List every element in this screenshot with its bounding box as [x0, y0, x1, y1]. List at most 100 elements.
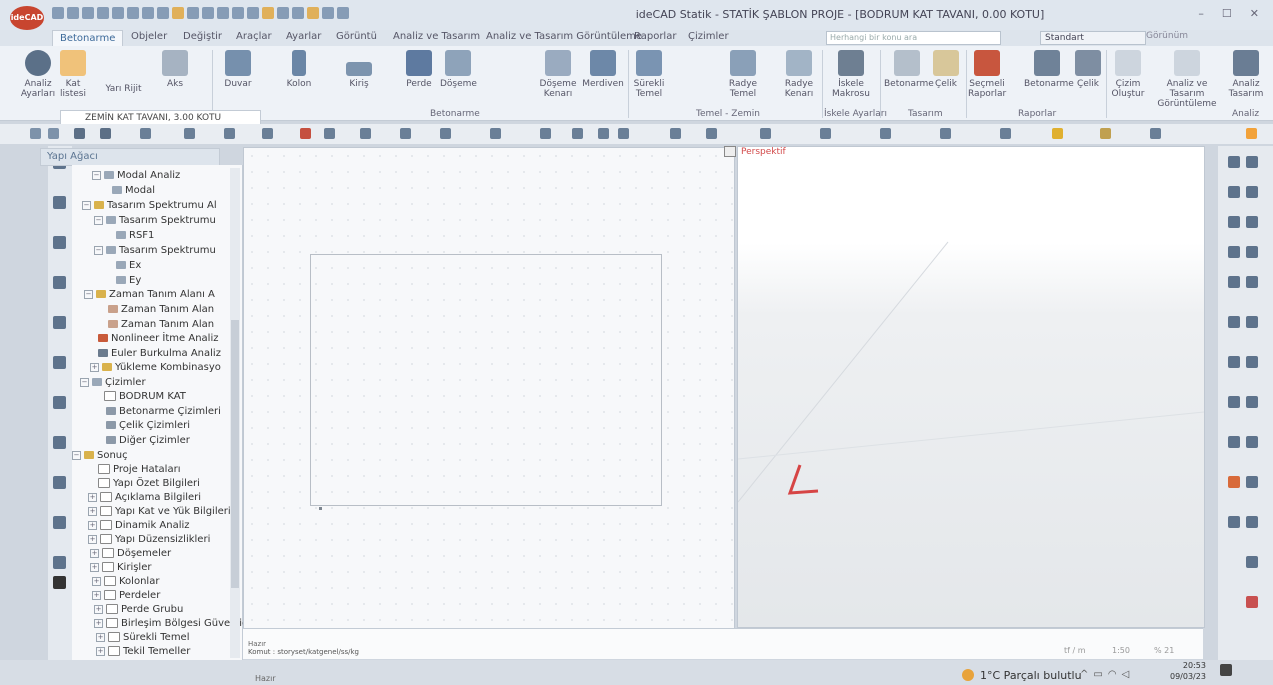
move-icon[interactable] [184, 128, 195, 139]
style-select[interactable]: Standart [1040, 31, 1146, 45]
light-icon[interactable] [1052, 128, 1063, 139]
close-icon[interactable]: ✕ [1250, 7, 1259, 20]
radye-kenari-button[interactable]: Radye Kenarı [780, 50, 818, 99]
redo-icon[interactable] [142, 7, 154, 19]
delete-icon[interactable] [1246, 596, 1258, 608]
image-icon[interactable] [598, 128, 609, 139]
tree-node[interactable]: Çelik Çizimleri [106, 420, 190, 431]
maximize-view-button[interactable] [724, 146, 736, 157]
dimension-icon[interactable] [307, 7, 319, 19]
tree-node[interactable]: + Kolonlar [92, 576, 159, 587]
info-icon[interactable] [1246, 476, 1258, 488]
kolon-button[interactable]: Kolon [284, 50, 314, 89]
command-line[interactable]: Komut : storyset/katgenel/ss/kg [248, 648, 359, 656]
open-folder-icon[interactable] [82, 7, 94, 19]
measure-icon[interactable] [820, 128, 831, 139]
collapse-icon[interactable]: − [94, 215, 103, 225]
expand-icon[interactable]: + [94, 604, 103, 614]
trim-icon[interactable] [400, 128, 411, 139]
load-tool-icon[interactable] [53, 436, 66, 449]
tree-node[interactable]: Zaman Tanım Alan [108, 304, 214, 315]
align-icon[interactable] [202, 7, 214, 19]
collapse-icon[interactable]: − [72, 450, 81, 460]
tree-node[interactable]: Euler Burkulma Analiz [98, 348, 221, 359]
expand-icon[interactable]: + [88, 520, 97, 530]
column-filter-icon[interactable] [1246, 316, 1258, 328]
hatch-icon[interactable] [706, 128, 717, 139]
column-tool-icon[interactable] [53, 196, 66, 209]
expand-icon[interactable]: + [96, 632, 105, 642]
layer-icon[interactable] [880, 128, 891, 139]
tab-raporlar[interactable]: Raporlar [634, 31, 676, 42]
tab-cizimler[interactable]: Çizimler [688, 31, 729, 42]
distribute-icon[interactable] [217, 7, 229, 19]
tree-node[interactable]: − Sonuç [72, 450, 128, 461]
weather-icon[interactable] [962, 669, 974, 681]
tree-node[interactable]: Ey [116, 275, 141, 286]
chevron-up-icon[interactable]: ^ [1080, 669, 1093, 680]
rotate-icon[interactable] [224, 128, 235, 139]
tree-node[interactable]: + Döşemeler [90, 548, 171, 559]
tree-node[interactable]: + Yapı Kat ve Yük Bilgileri [88, 506, 231, 517]
view-iso-icon[interactable] [1246, 186, 1258, 198]
collapse-icon[interactable]: − [80, 377, 89, 387]
tree-node[interactable]: + Perde Grubu [94, 604, 183, 615]
layers-icon[interactable] [172, 7, 184, 19]
expand-icon[interactable]: + [88, 506, 97, 516]
app-logo[interactable]: ideCAD [10, 6, 44, 30]
tab-goruntu[interactable]: Görüntü [336, 31, 377, 42]
text-icon[interactable] [618, 128, 629, 139]
wifi-icon[interactable]: ◠ [1108, 669, 1122, 680]
wireframe-icon[interactable] [1228, 246, 1240, 258]
duvar-button[interactable]: Duvar [220, 50, 256, 89]
tree-node[interactable]: + Tekil Temeller [96, 646, 190, 657]
snap-icon[interactable] [262, 7, 274, 19]
expand-icon[interactable]: + [88, 534, 97, 544]
circle-icon[interactable] [670, 128, 681, 139]
analiz-tasarim-button[interactable]: Analiz Tasarım [1226, 50, 1266, 99]
print-icon[interactable] [157, 7, 169, 19]
grid-icon[interactable] [572, 128, 583, 139]
collapse-icon[interactable]: − [82, 200, 91, 210]
tree-node[interactable]: + Yükleme Kombinasyo [90, 362, 221, 373]
doseme-kenari-button[interactable]: Döşeme Kenarı [536, 50, 580, 99]
collapse-icon[interactable]: − [92, 170, 101, 180]
notification-icon[interactable] [1220, 664, 1232, 676]
tree-node[interactable]: − Çizimler [80, 377, 146, 388]
view-side-icon[interactable] [1228, 186, 1240, 198]
collapse-icon[interactable]: − [94, 245, 103, 255]
tab-degistir[interactable]: Değiştir [183, 31, 222, 42]
dimension-filter-icon[interactable] [1228, 436, 1240, 448]
tree-node[interactable]: Yapı Özet Bilgileri [98, 478, 200, 489]
cross-icon[interactable] [292, 7, 304, 19]
pen-icon[interactable] [187, 7, 199, 19]
tree-node[interactable]: BODRUM KAT [104, 391, 186, 402]
tree-node[interactable]: − Modal Analiz [92, 170, 180, 181]
tree-node[interactable]: Modal [112, 185, 155, 196]
tree-node[interactable]: − Tasarım Spektrumu [94, 245, 216, 256]
tab-ayarlar[interactable]: Ayarlar [286, 31, 321, 42]
grid-tool-icon[interactable] [53, 476, 66, 489]
save-as-icon[interactable] [112, 7, 124, 19]
tree-node[interactable]: + Dinamik Analiz [88, 520, 190, 531]
tree-node[interactable]: + Sürekli Temel [96, 632, 190, 643]
radye-temel-button[interactable]: Radye Temel [724, 50, 762, 99]
tree-node[interactable]: Diğer Çizimler [106, 435, 190, 446]
save-icon[interactable] [97, 7, 109, 19]
wall-tool-icon[interactable] [53, 236, 66, 249]
tree-node[interactable]: − Zaman Tanım Alanı A [84, 289, 215, 300]
slab-tool-icon[interactable] [53, 276, 66, 289]
section-icon[interactable] [1150, 128, 1161, 139]
brush-icon[interactable] [337, 7, 349, 19]
analiz-ayarlari-button[interactable]: Analiz Ayarları [20, 50, 56, 99]
paint-icon[interactable] [1100, 128, 1111, 139]
snap-filter-icon[interactable] [1246, 516, 1258, 528]
expand-icon[interactable]: + [96, 646, 105, 656]
celik-report-button[interactable]: Çelik [1074, 50, 1102, 89]
zoom-out-icon[interactable] [48, 128, 59, 139]
move-icon[interactable] [277, 7, 289, 19]
layer-filter-icon[interactable] [1246, 276, 1258, 288]
extend-icon[interactable] [440, 128, 451, 139]
unit-readout[interactable]: tf / m [1064, 646, 1086, 655]
new-file-icon[interactable] [67, 7, 79, 19]
